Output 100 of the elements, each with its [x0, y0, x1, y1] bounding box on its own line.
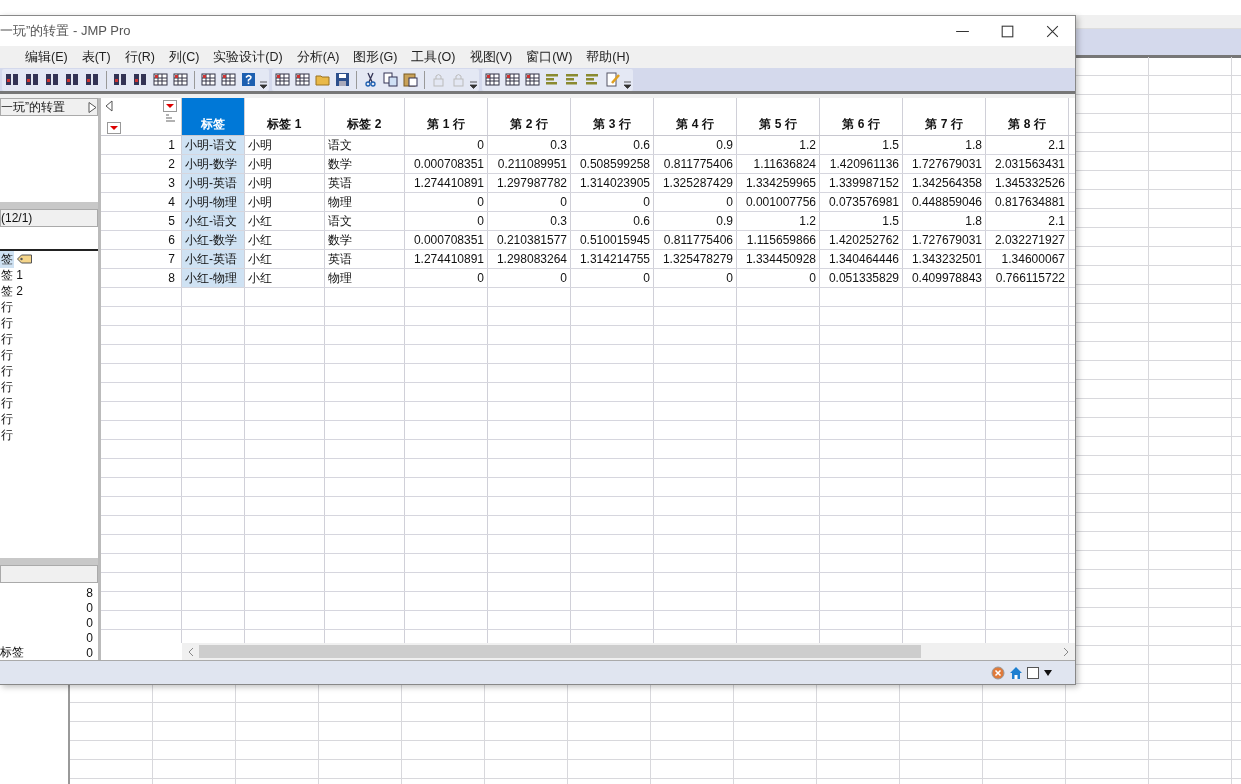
columns-icon[interactable] [84, 71, 101, 88]
columns-icon[interactable] [64, 71, 81, 88]
table-cell: 0 [405, 269, 488, 287]
column-header[interactable]: 第 3 行 [571, 98, 654, 135]
overflow-arrow-icon[interactable] [260, 80, 267, 89]
home-icon[interactable] [1009, 665, 1023, 680]
table-cell: 1.8 [903, 136, 986, 154]
table-cell: 1.11636824 [737, 155, 820, 173]
table-cell: 0 [488, 193, 571, 211]
column-header[interactable]: 标签 1 [245, 98, 325, 135]
table-cell: 1.340464446 [820, 250, 903, 268]
column-header[interactable]: 第 6 行 [820, 98, 903, 135]
menu-item[interactable]: 视图(V) [462, 48, 520, 66]
column-header[interactable]: 第 2 行 [488, 98, 571, 135]
table-cell: 0.9 [654, 212, 737, 230]
menu-item[interactable]: 表(T) [74, 48, 118, 66]
menu-item[interactable]: 工具(O) [404, 48, 463, 66]
table-cell: 1.314214755 [571, 250, 654, 268]
table-cell: 0.510015945 [571, 231, 654, 249]
table-icon[interactable] [484, 71, 501, 88]
table-icon[interactable] [152, 71, 169, 88]
dropdown-icon[interactable] [163, 100, 177, 112]
table-cell: 小明 [245, 174, 325, 192]
table-icon[interactable] [274, 71, 291, 88]
column-header[interactable]: 标签 2 [325, 98, 405, 135]
menu-item[interactable]: 编辑(E) [18, 48, 75, 66]
table-cell: 1.325478279 [654, 250, 737, 268]
table-icon[interactable] [200, 71, 217, 88]
table-cell: 1.2 [737, 136, 820, 154]
table-icon[interactable] [220, 71, 237, 88]
table-cell: 1.339987152 [820, 174, 903, 192]
column-item[interactable]: 行 [0, 346, 14, 364]
column-header[interactable]: 第 1 行 [405, 98, 488, 135]
column-item[interactable]: 签 2 [0, 282, 24, 300]
table-icon[interactable] [524, 71, 541, 88]
column-item[interactable]: 行 [0, 394, 14, 412]
column-header[interactable]: 第 5 行 [737, 98, 820, 135]
column-header[interactable]: 第 7 行 [903, 98, 986, 135]
panel-header[interactable]: 一玩”的转置 [0, 98, 98, 116]
column-item[interactable]: 行 [0, 330, 14, 348]
column-item[interactable]: 行 [0, 410, 14, 428]
horizontal-scrollbar[interactable] [182, 643, 1075, 660]
columns-icon[interactable] [44, 71, 61, 88]
column-header[interactable]: 第 4 行 [654, 98, 737, 135]
table-icon[interactable] [294, 71, 311, 88]
column-item[interactable]: 行 [0, 378, 14, 396]
checkbox[interactable] [1027, 666, 1039, 679]
column-item[interactable]: 行 [0, 314, 14, 332]
table-cell: 0.3 [488, 136, 571, 154]
overflow-arrow-icon[interactable] [470, 80, 477, 89]
overflow-arrow-icon[interactable] [624, 80, 631, 89]
dropdown-icon[interactable] [107, 122, 121, 134]
table-cell: 1.5 [820, 212, 903, 230]
column-item[interactable]: 行 [0, 362, 14, 380]
column-header[interactable]: 标签 [182, 98, 245, 135]
menu-item[interactable]: 行(R) [117, 48, 162, 66]
help-icon[interactable] [240, 71, 257, 88]
panel-header[interactable]: (12/1) [0, 209, 98, 227]
column-header[interactable]: 第 8 行 [986, 98, 1069, 135]
table-icon[interactable] [504, 71, 521, 88]
column-item[interactable]: 行 [0, 298, 14, 316]
row-stat-value: 0 [86, 645, 93, 660]
menu-item[interactable]: 列(C) [162, 48, 207, 66]
table-cell: 小红 [245, 269, 325, 287]
table-cell: 1.420252762 [820, 231, 903, 249]
table-cell: 1.727679031 [903, 231, 986, 249]
table-cell: 1.8 [903, 212, 986, 230]
table-cell: 小红 [245, 250, 325, 268]
menu-item[interactable]: 实验设计(D) [206, 48, 290, 66]
stop-icon[interactable] [991, 665, 1005, 680]
menu-item[interactable]: 分析(A) [289, 48, 347, 66]
columns-icon[interactable] [24, 71, 41, 88]
columns-count: (12/1) [1, 211, 33, 225]
bar-chart-icon[interactable] [544, 71, 561, 88]
column-item[interactable]: 行 [0, 426, 14, 444]
table-cell: 1.298083264 [488, 250, 571, 268]
scissors-icon[interactable] [362, 71, 379, 88]
copy-icon[interactable] [382, 71, 399, 88]
columns-icon[interactable] [4, 71, 21, 88]
menu-item[interactable]: 图形(G) [346, 48, 405, 66]
table-cell: 语文 [325, 136, 405, 154]
left-arrow-icon[interactable] [105, 100, 113, 112]
bar-chart-icon[interactable] [564, 71, 581, 88]
row-stat-label: 标签 [0, 644, 24, 661]
table-cell: 小红-英语 [182, 250, 245, 268]
table-cell: 小红 [245, 212, 325, 230]
table-cell: 0.210381577 [488, 231, 571, 249]
save-icon[interactable] [334, 71, 351, 88]
table-cell: 小明-物理 [182, 193, 245, 211]
expand-arrow-icon[interactable] [87, 99, 97, 115]
table-cell: 1.5 [820, 136, 903, 154]
columns-icon[interactable] [112, 71, 129, 88]
table-cell: 数学 [325, 231, 405, 249]
menu-item[interactable]: 帮助(H) [579, 48, 637, 66]
clipboard-icon[interactable] [402, 71, 419, 88]
columns-icon[interactable] [132, 71, 149, 88]
bar-chart-icon[interactable] [584, 71, 601, 88]
column-item[interactable]: 签 1 [0, 266, 24, 284]
menu-item[interactable]: 窗口(W) [519, 48, 580, 66]
table-icon[interactable] [172, 71, 189, 88]
